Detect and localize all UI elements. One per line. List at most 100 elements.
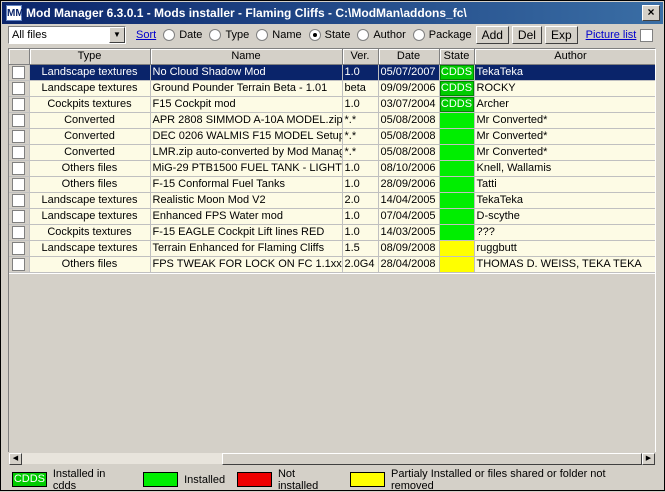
row-checkbox[interactable] xyxy=(12,177,26,191)
legend-swatch xyxy=(237,472,272,487)
radio-button[interactable] xyxy=(412,29,425,41)
type-cell: Cockpits textures xyxy=(29,96,151,113)
row-checkbox[interactable] xyxy=(12,209,26,223)
row-checkbox[interactable] xyxy=(12,113,26,127)
row-checkbox-cell[interactable] xyxy=(9,112,30,129)
date-cell: 05/08/2008 xyxy=(378,144,440,161)
row-checkbox[interactable] xyxy=(12,257,26,271)
table-row[interactable]: Others files FPS TWEAK FOR LOCK ON FC 1.1… xyxy=(9,256,655,273)
type-cell: Converted xyxy=(29,144,151,161)
scroll-right-icon[interactable]: ▶ xyxy=(642,453,655,465)
name-cell: F15 Cockpit mod xyxy=(150,96,343,113)
sort-radio-state[interactable]: State xyxy=(308,29,350,41)
row-checkbox[interactable] xyxy=(12,193,26,207)
picture-list-link[interactable]: Picture list xyxy=(586,29,637,41)
chevron-down-icon[interactable]: ▼ xyxy=(109,27,125,43)
state-cell xyxy=(439,192,475,209)
table-row[interactable]: Cockpits textures F15 Cockpit mod 1.0 03/07… xyxy=(9,96,655,113)
sort-link[interactable]: Sort xyxy=(136,29,156,41)
sort-radio-date[interactable]: Date xyxy=(163,29,202,41)
row-checkbox-cell[interactable] xyxy=(9,80,30,97)
add-button[interactable]: Add xyxy=(475,26,509,44)
row-checkbox-cell[interactable] xyxy=(9,224,30,241)
column-header[interactable]: Date xyxy=(378,49,440,65)
table-row[interactable]: Converted LMR.zip auto-converted by Mod M… xyxy=(9,144,655,161)
row-checkbox-cell[interactable] xyxy=(9,96,30,113)
title-bar[interactable]: MM Mod Manager 6.3.0.1 - Mods installer … xyxy=(2,2,663,24)
state-badge: CDDS xyxy=(439,64,473,79)
app-icon[interactable]: MM xyxy=(6,5,24,21)
picture-list-checkbox[interactable] xyxy=(640,28,654,42)
scroll-left-icon[interactable]: ◀ xyxy=(9,453,22,465)
delete-button[interactable]: Del xyxy=(511,26,542,44)
row-checkbox-cell[interactable] xyxy=(9,176,30,193)
column-header[interactable]: Ver. xyxy=(342,49,379,65)
export-button[interactable]: Exp xyxy=(544,26,578,44)
sort-radio-type[interactable]: Type xyxy=(209,29,249,41)
row-checkbox[interactable] xyxy=(12,129,26,143)
radio-button[interactable] xyxy=(256,29,269,41)
author-cell: Mr Converted* xyxy=(474,128,655,145)
column-header[interactable]: Author xyxy=(474,49,655,65)
state-cell xyxy=(439,240,475,257)
date-cell: 28/04/2008 xyxy=(378,256,440,273)
row-checkbox-cell[interactable] xyxy=(9,240,30,257)
table-row[interactable]: Landscape textures Realistic Moon Mod V2 2… xyxy=(9,192,655,209)
scrollbar-thumb[interactable] xyxy=(222,453,642,465)
column-header[interactable] xyxy=(9,49,30,65)
row-checkbox-cell[interactable] xyxy=(9,208,30,225)
row-checkbox[interactable] xyxy=(12,65,26,79)
date-cell: 14/04/2005 xyxy=(378,192,440,209)
row-checkbox-cell[interactable] xyxy=(9,192,30,209)
table-row[interactable]: Cockpits textures F-15 EAGLE Cockpit Lift… xyxy=(9,224,655,241)
table-row[interactable]: Landscape textures Enhanced FPS Water mod… xyxy=(9,208,655,225)
type-cell: Others files xyxy=(29,256,151,273)
row-checkbox-cell[interactable] xyxy=(9,64,30,81)
date-cell: 05/08/2008 xyxy=(378,128,440,145)
table-row[interactable]: Landscape textures No Cloud Shadow Mod 1.0… xyxy=(9,64,655,81)
legend-label: Partialy Installed or files shared or fo… xyxy=(390,467,606,492)
date-cell: 09/09/2006 xyxy=(378,80,440,97)
row-checkbox-cell[interactable] xyxy=(9,160,30,177)
radio-button[interactable] xyxy=(163,29,176,41)
table-row[interactable]: Converted APR 2808 SIMMOD A-10A MODEL.zip… xyxy=(9,112,655,129)
sort-radio-name[interactable]: Name xyxy=(256,29,302,41)
row-checkbox[interactable] xyxy=(12,97,26,111)
row-checkbox-cell[interactable] xyxy=(9,256,30,273)
table-row[interactable]: Others files F-15 Conformal Fuel Tanks 1.0… xyxy=(9,176,655,193)
name-cell: Realistic Moon Mod V2 xyxy=(150,192,343,209)
column-header[interactable]: Name xyxy=(150,49,343,65)
sort-radio-package[interactable]: Package xyxy=(412,29,472,41)
sort-radio-author[interactable]: Author xyxy=(357,29,406,41)
column-header[interactable]: Type xyxy=(29,49,151,65)
close-button[interactable]: × xyxy=(642,5,660,21)
row-checkbox[interactable] xyxy=(12,81,26,95)
row-checkbox[interactable] xyxy=(12,161,26,175)
radio-label: Author xyxy=(373,29,406,41)
state-cell xyxy=(439,224,475,241)
version-cell: 1.5 xyxy=(342,240,379,257)
horizontal-scrollbar[interactable]: ◀ ▶ xyxy=(8,452,656,465)
radio-button[interactable] xyxy=(209,29,222,41)
row-checkbox[interactable] xyxy=(12,225,26,239)
row-checkbox-cell[interactable] xyxy=(9,144,30,161)
type-cell: Converted xyxy=(29,128,151,145)
state-badge xyxy=(439,224,473,239)
mods-table[interactable]: Type Name Ver. Date State Author Landscape te… xyxy=(8,48,656,463)
table-row[interactable]: Landscape textures Terrain Enhanced for F… xyxy=(9,240,655,257)
type-cell: Landscape textures xyxy=(29,80,151,97)
radio-button[interactable] xyxy=(308,29,321,41)
radio-button[interactable] xyxy=(357,29,370,41)
row-checkbox-cell[interactable] xyxy=(9,128,30,145)
table-row[interactable]: Landscape textures Ground Pounder Terrain… xyxy=(9,80,655,97)
date-cell: 05/08/2008 xyxy=(378,112,440,129)
row-checkbox[interactable] xyxy=(12,241,26,255)
table-row[interactable]: Others files MiG-29 PTB1500 FUEL TANK - L… xyxy=(9,160,655,177)
table-row[interactable]: Converted DEC 0206 WALMIS F15 MODEL Setup… xyxy=(9,128,655,145)
date-cell: 07/04/2005 xyxy=(378,208,440,225)
radio-label: Type xyxy=(225,29,250,41)
filter-dropdown[interactable]: All files ▼ xyxy=(8,26,126,44)
column-header[interactable]: State xyxy=(439,49,475,65)
version-cell: 1.0 xyxy=(342,64,379,81)
row-checkbox[interactable] xyxy=(12,145,26,159)
